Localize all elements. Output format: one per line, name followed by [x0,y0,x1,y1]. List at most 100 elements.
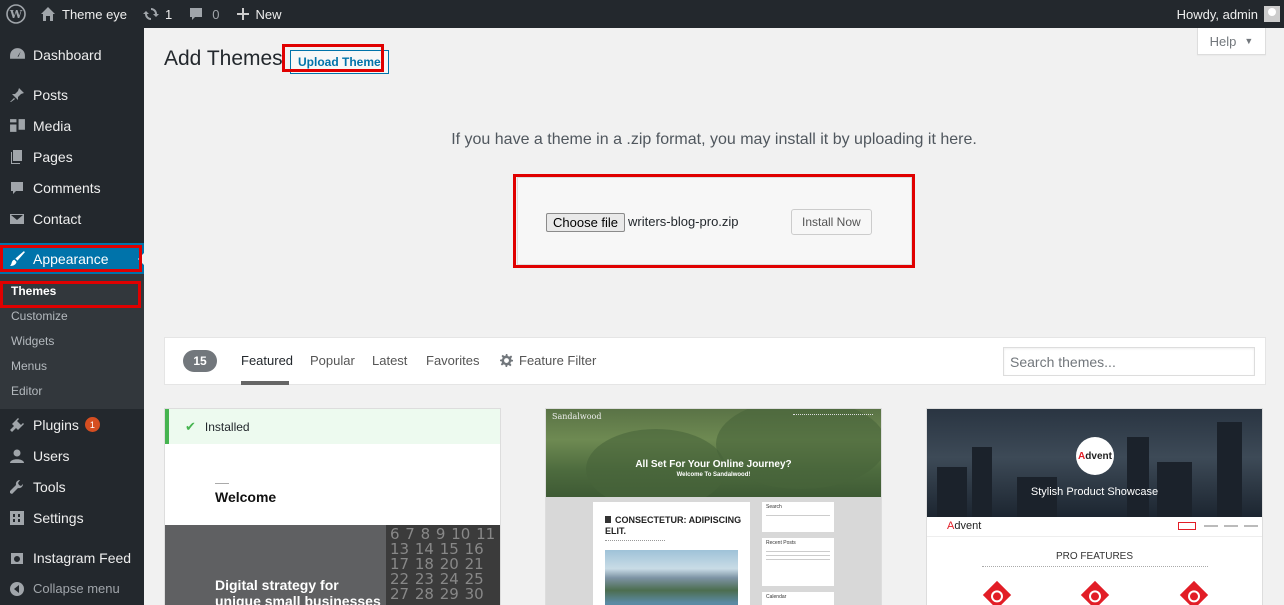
submenu-customize[interactable]: Customize [0,303,144,328]
screenshot-post-image [605,550,738,605]
submenu-themes[interactable]: Themes [0,278,144,303]
plus-icon [236,7,250,21]
widget-line [766,555,830,556]
menu-dashboard[interactable]: Dashboard [0,39,144,70]
screenshot-widget-calendar: Calendar [762,592,834,605]
active-tab-indicator [241,381,289,385]
theme-card[interactable]: ✔ Installed Welcome 6 7 8 9 10 11 13 14 … [164,408,501,605]
menu-label: Contact [33,210,82,227]
screenshot-widget-recent: Recent Posts [762,538,834,586]
feature-filter-button[interactable]: Feature Filter [500,353,596,368]
menu-contact[interactable]: Contact [0,203,144,234]
feature-diamond-icon [1179,580,1209,605]
screenshot-post: CONSECTETUR: ADIPISCING ELIT. [593,502,750,605]
submenu-menus[interactable]: Menus [0,353,144,378]
feature-diamond-icon [1080,580,1110,605]
widget-label: Calendar [766,594,787,600]
upload-instructions: If you have a theme in a .zip format, yo… [451,131,977,148]
theme-count-badge: 15 [183,350,217,372]
menu-media[interactable]: Media [0,110,144,141]
tab-featured[interactable]: Featured [241,353,293,368]
menu-label: Dashboard [33,46,102,63]
site-name-link[interactable]: Theme eye [32,0,135,28]
menu-settings[interactable]: Settings [0,502,144,533]
tab-favorites[interactable]: Favorites [426,353,479,368]
screenshot-tagline-line2: unique small businesses [215,593,381,605]
nav-active-pill [1178,522,1196,530]
menu-label: Appearance [33,250,109,267]
comments-count: 0 [212,6,220,22]
dashboard-icon [8,46,26,64]
installed-label: Installed [204,419,250,434]
nav-item [1204,525,1218,527]
theme-card[interactable]: Advent Stylish Product Showcase Advent P… [926,408,1263,605]
help-tab-button[interactable]: Help ▼ [1197,28,1266,55]
feature-diamond-icon [982,580,1012,605]
menu-label: Settings [33,509,84,526]
theme-screenshot-body: CONSECTETUR: ADIPISCING ELIT. Search Rec… [546,497,881,605]
building-shape [1127,437,1149,517]
nav-item [1244,525,1258,527]
tab-latest[interactable]: Latest [372,353,407,368]
menu-label: Collapse menu [33,581,120,596]
upload-form: Choose file writers-blog-pro.zip Install… [517,177,912,265]
avatar [1264,6,1280,22]
divider [215,483,229,484]
menu-label: Posts [33,86,69,103]
menu-appearance[interactable]: Appearance [0,243,144,274]
site-name: Theme eye [62,6,128,22]
screenshot-logo-circle: Advent [1076,437,1114,475]
screenshot-hero-title: All Set For Your Online Journey? [635,459,792,470]
screenshot-hero-subtitle: Welcome To Sandalwood! [676,472,751,478]
comments-link[interactable]: 0 [180,0,227,28]
menu-users[interactable]: Users [0,440,144,471]
appearance-submenu: Themes Customize Widgets Menus Editor [0,274,144,409]
building-shape [972,447,992,517]
refresh-icon [143,6,160,22]
theme-screenshot-hero: Advent Stylish Product Showcase [927,409,1262,517]
collapse-menu-button[interactable]: Collapse menu [0,573,144,604]
submenu-widgets[interactable]: Widgets [0,328,144,353]
screenshot-logo: Sandalwood [552,412,602,421]
wordpress-logo-icon[interactable]: W [0,0,32,28]
nav-item [1224,525,1238,527]
mail-icon [8,210,26,228]
search-themes-input[interactable] [1003,347,1255,376]
choose-file-button[interactable]: Choose file [546,213,626,232]
screenshot-pro-features: PRO FEATURES [1055,551,1134,562]
menu-label: Comments [33,179,101,196]
theme-screenshot-top: Welcome [165,444,500,525]
menu-plugins[interactable]: Plugins 1 [0,409,144,440]
menu-label: Pages [33,148,73,165]
screenshot-nav [793,414,873,416]
widget-line [766,559,830,560]
theme-card[interactable]: Sandalwood All Set For Your Online Journ… [545,408,882,605]
widget-line [766,551,830,552]
submenu-editor[interactable]: Editor [0,378,144,403]
menu-pages[interactable]: Pages [0,141,144,172]
new-content-link[interactable]: New [228,0,290,28]
screenshot-calendar: 6 7 8 9 10 11 13 14 15 16 17 18 20 21 22… [386,525,500,605]
brush-icon [8,250,26,268]
settings-icon [8,509,26,527]
menu-comments[interactable]: Comments [0,172,144,203]
menu-label: Instagram Feed [33,549,132,566]
logo-rest: dvent [1085,450,1112,462]
screenshot-widget-search: Search [762,502,834,532]
screenshot-subtext [982,566,1208,567]
updates-link[interactable]: 1 [135,0,180,28]
help-label: Help [1209,33,1237,49]
page-title: Add Themes [164,47,283,70]
menu-posts[interactable]: Posts [0,79,144,110]
my-account-link[interactable]: Howdy, admin [1169,0,1284,28]
menu-instagram-feed[interactable]: Instagram Feed [0,542,144,573]
install-now-button[interactable]: Install Now [791,209,872,235]
tab-popular[interactable]: Popular [310,353,355,368]
menu-tools[interactable]: Tools [0,471,144,502]
plug-icon [8,416,26,434]
media-icon [8,117,26,135]
screenshot-tagline: Digital strategy for unique small busine… [215,577,381,605]
upload-theme-button[interactable]: Upload Theme [290,50,389,74]
screenshot-tagline: Stylish Product Showcase [1030,486,1159,498]
updates-count: 1 [165,6,173,22]
